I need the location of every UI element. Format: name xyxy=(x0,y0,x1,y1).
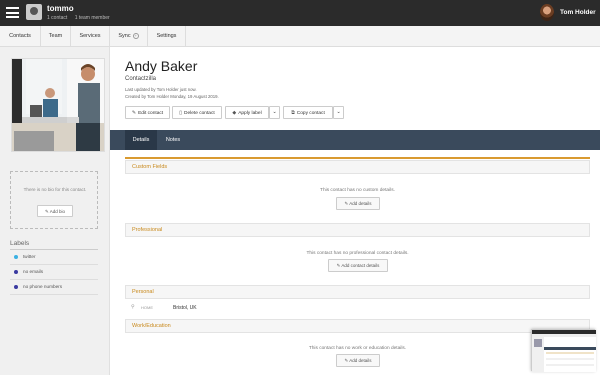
add-contact-details-button[interactable]: ✎ Add contact details xyxy=(328,259,388,272)
bio-box: There is no bio for this contact. ✎ Add … xyxy=(10,171,98,229)
chevron-down-icon: ⌄ xyxy=(336,110,341,115)
add-work-details-button[interactable]: ✎ Add details xyxy=(336,354,380,367)
account-logo[interactable] xyxy=(26,4,42,20)
label-dot-icon xyxy=(14,270,18,274)
label-name: twitter xyxy=(23,254,36,259)
top-bar: tommo 1 contact 1 team member Tom Holder xyxy=(0,0,600,26)
add-details-label: Add details xyxy=(349,201,372,206)
section-accent-line xyxy=(125,157,590,159)
trash-icon: ▯ xyxy=(179,110,183,116)
apply-label-label: Apply label xyxy=(238,111,262,116)
nav-team[interactable]: Team xyxy=(41,26,71,47)
members-count: 1 team member xyxy=(74,15,110,21)
avatar[interactable] xyxy=(540,4,554,21)
nav-settings[interactable]: Settings xyxy=(148,26,186,47)
account-meta: 1 contact 1 team member xyxy=(47,15,116,21)
edit-contact-button[interactable]: ✎ Edit contact xyxy=(125,106,170,119)
edit-contact-label: Edit contact xyxy=(138,111,164,116)
location-pin-icon: ⚲ xyxy=(131,304,135,310)
work-education-header: Work/Education xyxy=(125,319,590,333)
labels-heading: Labels xyxy=(10,240,30,247)
copy-contact-button[interactable]: ⧉ Copy contact xyxy=(283,106,333,119)
custom-empty-text: This contact has no custom details. xyxy=(320,188,395,193)
delete-contact-button[interactable]: ▯ Delete contact xyxy=(172,106,222,119)
apply-label-button[interactable]: ◆ Apply label xyxy=(225,106,269,119)
tab-notes[interactable]: Notes xyxy=(157,130,189,150)
label-item[interactable]: no phone numbers xyxy=(10,280,98,295)
contact-company: Contactzilla xyxy=(125,76,157,82)
address-row[interactable]: ⚲ HOME Bristol, UK xyxy=(125,302,590,314)
created-text: Created by Tom Holder Monday, 19 August … xyxy=(125,94,219,99)
last-updated-text: Last updated by Tom Holder just now. xyxy=(125,87,197,92)
details-panel: Custom Fields This contact has no custom… xyxy=(110,150,600,375)
main-nav: Contacts Team Services Sync + Settings xyxy=(0,26,600,47)
delete-contact-label: Delete contact xyxy=(184,111,215,116)
contact-tabs: Details Notes xyxy=(110,130,600,150)
add-details-label: Add details xyxy=(349,358,372,363)
contact-photo[interactable] xyxy=(11,58,105,152)
copy-contact-dropdown[interactable]: ⌄ xyxy=(333,106,344,119)
nav-sync-label: Sync xyxy=(118,33,131,39)
label-item[interactable]: no emails xyxy=(10,265,98,280)
label-dot-icon xyxy=(14,255,18,259)
nav-services[interactable]: Services xyxy=(71,26,110,47)
account-name[interactable]: tommo xyxy=(47,4,74,13)
work-empty-text: This contact has no work or education de… xyxy=(308,346,407,351)
add-bio-label: Add bio xyxy=(49,209,66,214)
tag-icon: ◆ xyxy=(232,110,237,116)
add-custom-details-button[interactable]: ✎ Add details xyxy=(336,197,380,210)
nav-contacts[interactable]: Contacts xyxy=(0,26,41,47)
contact-photo-image xyxy=(12,59,104,151)
copy-icon: ⧉ xyxy=(291,110,295,116)
personal-header: Personal xyxy=(125,285,590,299)
label-name: no phone numbers xyxy=(23,284,63,289)
address-value: Bristol, UK xyxy=(173,305,197,311)
add-bio-button[interactable]: ✎ Add bio xyxy=(37,205,73,217)
sidebar: There is no bio for this contact. ✎ Add … xyxy=(0,47,110,375)
label-item[interactable]: twitter xyxy=(10,250,98,265)
menu-icon[interactable] xyxy=(6,7,19,18)
sync-icon: + xyxy=(132,32,139,39)
user-name[interactable]: Tom Holder xyxy=(560,9,596,16)
bio-empty-text: There is no bio for this contact. xyxy=(23,187,87,192)
contact-header: Andy Baker Contactzilla Last updated by … xyxy=(110,47,600,130)
chevron-down-icon: ⌄ xyxy=(272,110,277,115)
professional-empty-text: This contact has no professional contact… xyxy=(306,251,409,256)
contacts-count: 1 contact xyxy=(47,15,68,21)
address-type: HOME xyxy=(141,305,153,310)
label-dot-icon xyxy=(14,285,18,289)
pencil-icon: ✎ xyxy=(131,110,137,116)
tab-details[interactable]: Details xyxy=(125,130,157,150)
contact-name: Andy Baker xyxy=(125,58,198,74)
screenshot-thumbnail[interactable] xyxy=(531,329,596,372)
custom-fields-header: Custom Fields xyxy=(125,160,590,174)
label-name: no emails xyxy=(23,269,44,274)
apply-label-dropdown[interactable]: ⌄ xyxy=(269,106,280,119)
copy-contact-label: Copy contact xyxy=(296,111,325,116)
add-contact-details-label: Add contact details xyxy=(341,263,380,268)
thumbnail-image xyxy=(532,330,596,372)
professional-header: Professional xyxy=(125,223,590,237)
nav-sync[interactable]: Sync + xyxy=(110,26,148,47)
